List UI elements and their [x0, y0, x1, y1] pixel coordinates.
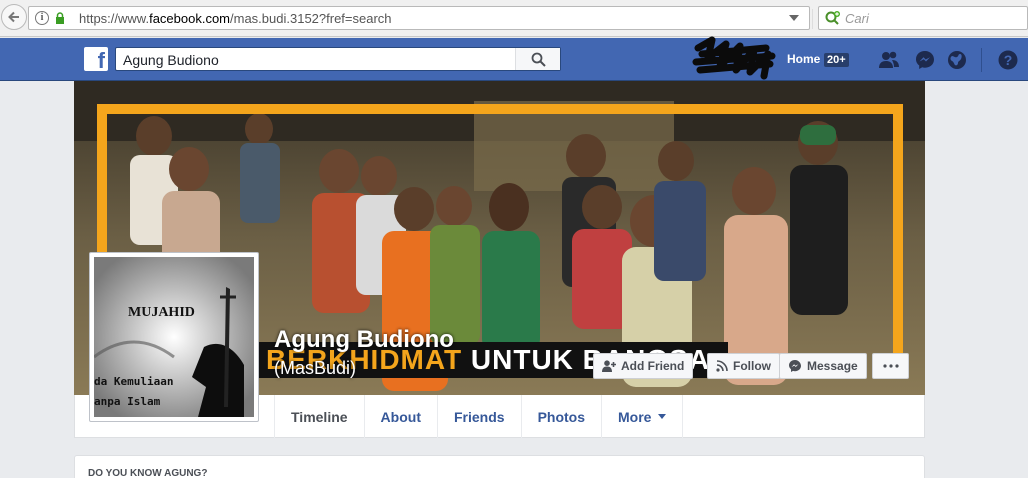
search-icon — [531, 52, 546, 67]
messenger-icon[interactable] — [914, 49, 936, 71]
browser-search-placeholder: Cari — [845, 11, 869, 26]
info-icon[interactable]: i — [35, 11, 49, 25]
profile-tabs: Timeline About Friends Photos More — [274, 395, 684, 438]
profile-picture-line1: da Kemuliaan — [94, 375, 174, 388]
profile-picture-art — [94, 257, 254, 417]
follow-button[interactable]: Follow — [707, 353, 780, 379]
chevron-down-icon[interactable] — [789, 15, 799, 21]
browser-search-input[interactable]: Cari — [818, 6, 1028, 30]
tab-friends-label: Friends — [453, 408, 505, 425]
message-button[interactable]: Message — [779, 353, 867, 379]
profile-picture[interactable]: MUJAHID da Kemuliaan anpa Islam — [89, 252, 259, 422]
tab-photos-label: Photos — [537, 408, 586, 425]
profile-alternate-name: (MasBudi) — [274, 358, 357, 378]
profile-picture-image: MUJAHID da Kemuliaan anpa Islam — [94, 257, 254, 417]
tab-timeline[interactable]: Timeline — [274, 395, 365, 438]
caret-down-icon — [658, 414, 667, 419]
profile-picture-title: MUJAHID — [128, 305, 195, 320]
message-label: Message — [807, 359, 858, 373]
tab-timeline-label: Timeline — [291, 408, 348, 425]
home-badge: 20+ — [824, 53, 849, 67]
help-icon[interactable]: ? — [997, 49, 1019, 71]
tab-about-label: About — [380, 408, 421, 425]
globe-notifications-icon[interactable] — [946, 49, 968, 71]
ellipsis-icon — [882, 364, 899, 368]
url-text: https://www.facebook.com/mas.budi.3152?f… — [79, 11, 392, 26]
search-engine-icon — [825, 11, 840, 25]
do-you-know-title: DO YOU KNOW AGUNG? — [88, 468, 208, 478]
profile-name[interactable]: Agung Budiono — [274, 326, 454, 354]
lock-icon — [56, 12, 64, 24]
back-button[interactable] — [1, 4, 27, 30]
tab-more[interactable]: More — [602, 395, 684, 438]
tab-more-label: More — [618, 408, 652, 425]
svg-text:?: ? — [1004, 52, 1013, 68]
search-button[interactable] — [515, 48, 560, 70]
add-friend-button[interactable]: Add Friend — [593, 353, 694, 379]
messenger-small-icon — [789, 360, 801, 372]
tab-about[interactable]: About — [365, 395, 438, 438]
tab-photos[interactable]: Photos — [522, 395, 603, 438]
friend-requests-icon[interactable] — [878, 49, 900, 71]
add-friend-label: Add Friend — [621, 359, 685, 373]
address-bar[interactable]: i https://www.facebook.com/mas.budi.3152… — [28, 6, 830, 30]
more-options-button[interactable] — [872, 353, 909, 379]
header-divider — [981, 48, 982, 72]
search-value: Agung Budiono — [123, 52, 219, 68]
redaction-scribble — [692, 36, 776, 80]
follow-label: Follow — [733, 359, 771, 373]
browser-toolbar: i https://www.facebook.com/mas.budi.3152… — [0, 0, 1028, 37]
home-link[interactable]: Home — [787, 52, 820, 66]
tab-friends[interactable]: Friends — [438, 395, 522, 438]
facebook-header: f Agung Budiono — [0, 38, 1028, 81]
rss-follow-icon — [716, 360, 728, 372]
facebook-search-input[interactable]: Agung Budiono — [115, 47, 561, 71]
facebook-logo-icon[interactable]: f — [84, 47, 108, 73]
add-friend-icon — [602, 360, 616, 372]
back-arrow-icon — [8, 11, 19, 23]
do-you-know-card: DO YOU KNOW AGUNG? — [74, 455, 925, 478]
profile-picture-line2: anpa Islam — [94, 395, 161, 408]
